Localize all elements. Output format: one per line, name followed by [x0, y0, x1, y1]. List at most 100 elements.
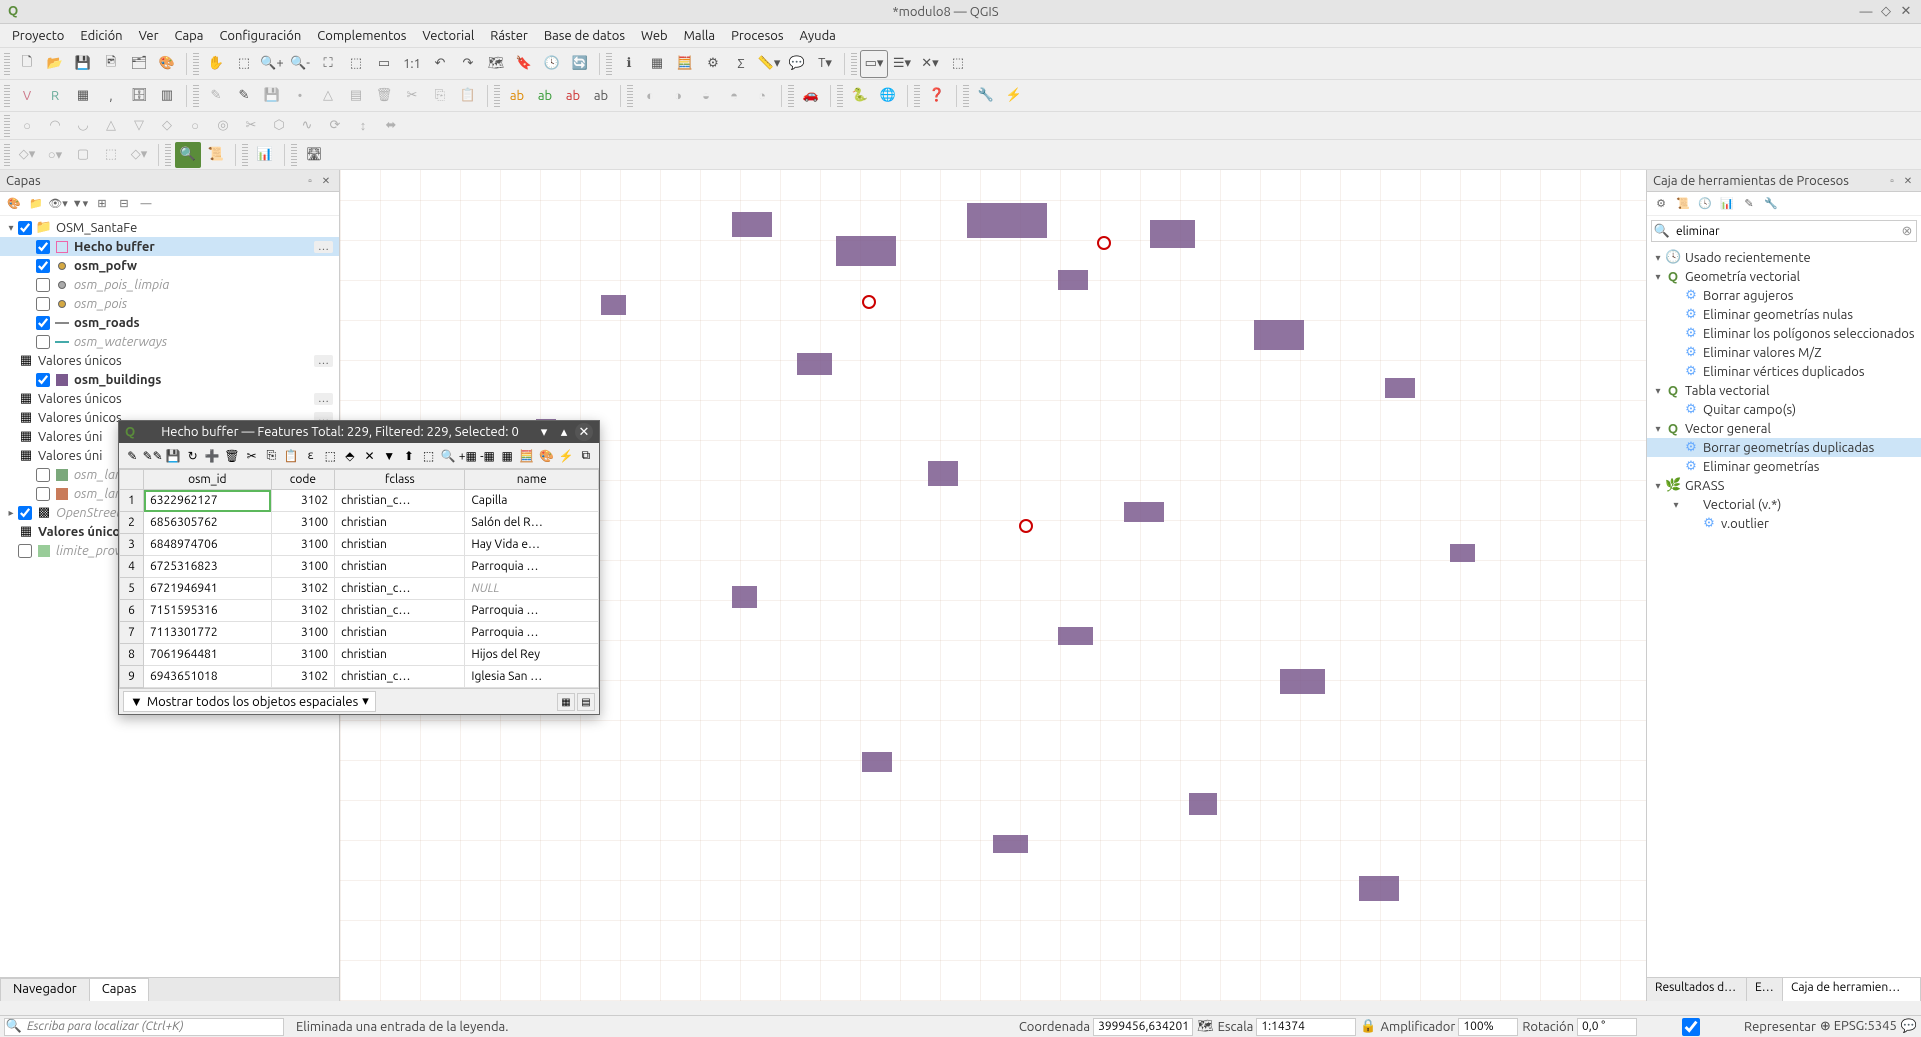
processing-tree-item[interactable]: ▾QVector general [1647, 419, 1921, 438]
processing-panel-undock-button[interactable]: ▫ [1885, 174, 1899, 188]
layer-tree-item[interactable]: osm_roads [0, 313, 339, 332]
layer-tree-item[interactable]: osm_buildings [0, 370, 339, 389]
zoom-selection-button[interactable]: ⬚ [343, 51, 369, 77]
table-cell[interactable]: christian_c… [335, 666, 465, 688]
remove-layer-button[interactable]: — [136, 194, 156, 214]
menu-complementos[interactable]: Complementos [309, 27, 414, 45]
toolbar-handle[interactable] [291, 144, 297, 166]
processing-model-button[interactable]: ⚙ [1651, 194, 1671, 214]
scale-input[interactable] [1256, 1018, 1356, 1036]
layer-visibility-checkbox[interactable] [18, 221, 32, 235]
magnifier-input[interactable] [1458, 1018, 1518, 1036]
zoom-layer-button[interactable]: ▭ [371, 51, 397, 77]
attr-select-all[interactable]: ⬚ [321, 446, 340, 466]
attr-conditional-format[interactable]: 🎨 [537, 446, 556, 466]
table-column-header[interactable]: fclass [335, 470, 465, 490]
attr-move-select-top[interactable]: ⬆ [400, 446, 419, 466]
layer-tree-item[interactable]: osm_pois [0, 294, 339, 313]
toolbar-handle[interactable] [193, 53, 199, 75]
toolbar-handle[interactable] [788, 85, 794, 107]
expand-icon[interactable]: ▾ [1651, 423, 1665, 435]
lock-scale-button[interactable]: 🔒 [1360, 1019, 1376, 1034]
table-cell[interactable]: 6725316823 [144, 556, 272, 578]
temporal-controller-button[interactable]: 🕓 [539, 51, 565, 77]
toolbar-handle[interactable] [4, 115, 10, 137]
menu-edicion[interactable]: Edición [72, 27, 130, 45]
processing-history-button[interactable]: 📜 [203, 142, 229, 168]
table-row[interactable]: 771133017723100christianParroquia … [120, 622, 599, 644]
new-map-view-button[interactable]: 🗺 [483, 51, 509, 77]
table-cell[interactable]: Iglesia San … [465, 666, 599, 688]
processing-edit-button[interactable]: ✎ [1739, 194, 1759, 214]
table-row-number[interactable]: 1 [120, 490, 144, 512]
zoom-last-button[interactable]: ↶ [427, 51, 453, 77]
layer-tree-item[interactable]: ▦Valores únicos… [0, 351, 339, 370]
attr-select-by-expr[interactable]: ε [301, 446, 320, 466]
table-row[interactable]: 671515953163102christian_c…Parroquia … [120, 600, 599, 622]
layer-tree-item[interactable]: osm_waterways [0, 332, 339, 351]
render-checkbox-field[interactable]: Representar [1641, 1018, 1816, 1036]
layer-visibility-checkbox[interactable] [18, 544, 32, 558]
table-cell[interactable]: Hay Vida e… [465, 534, 599, 556]
road-graph-button[interactable]: 🛣 [301, 142, 327, 168]
toolbar-handle[interactable] [851, 53, 857, 75]
tab-caja-herramientas[interactable]: Caja de herramien… [1783, 978, 1921, 1001]
tab-capas[interactable]: Capas [89, 978, 150, 1001]
table-cell[interactable]: christian [335, 622, 465, 644]
attr-copy[interactable]: ⎘ [262, 446, 281, 466]
processing-tree-item[interactable]: ⚙Eliminar geometrías nulas [1647, 305, 1921, 324]
add-group-button[interactable]: 📁 [26, 194, 46, 214]
new-print-layout-button[interactable]: 🖻 [98, 51, 124, 77]
table-column-header[interactable]: osm_id [144, 470, 272, 490]
attr-maximize-button[interactable]: ▴ [555, 423, 573, 441]
new-project-button[interactable]: 🗋 [14, 51, 40, 77]
layer-visibility-checkbox[interactable] [18, 506, 32, 520]
table-cell[interactable]: christian [335, 534, 465, 556]
table-row[interactable]: 163229621273102christian_c…Capilla [120, 490, 599, 512]
identify-button[interactable]: ℹ [616, 51, 642, 77]
processing-tree-item[interactable]: ⚙Borrar agujeros [1647, 286, 1921, 305]
expand-icon[interactable]: ▾ [1651, 271, 1665, 283]
table-row-number[interactable]: 2 [120, 512, 144, 534]
layer-visibility-checkbox[interactable] [36, 259, 50, 273]
spatialite-button[interactable]: 🗄 [126, 83, 152, 109]
menu-proyecto[interactable]: Proyecto [4, 27, 72, 45]
layer-visibility-checkbox[interactable] [36, 316, 50, 330]
expand-all-button[interactable]: ⊞ [92, 194, 112, 214]
coordinate-input[interactable] [1093, 1018, 1193, 1036]
layers-panel-undock-button[interactable]: ▫ [303, 174, 317, 188]
processing-tree[interactable]: ▾🕓Usado recientemente▾QGeometría vectori… [1647, 246, 1921, 977]
attr-dock[interactable]: ⧉ [576, 446, 595, 466]
table-row-number[interactable]: 7 [120, 622, 144, 644]
raster-layer-button[interactable]: R [42, 83, 68, 109]
toolbar-handle[interactable] [193, 85, 199, 107]
tab-estadisticas[interactable]: Es… [1747, 978, 1783, 1001]
zoom-native-button[interactable]: 1:1 [399, 51, 425, 77]
toggle-editing-button[interactable]: ✎ [231, 83, 257, 109]
menu-configuracion[interactable]: Configuración [211, 27, 309, 45]
processing-script-button[interactable]: 📜 [1673, 194, 1693, 214]
table-row-number[interactable]: 8 [120, 644, 144, 666]
layer-visibility-checkbox[interactable] [36, 487, 50, 501]
delimited-text-button[interactable]: , [98, 83, 124, 109]
processing-tree-item[interactable]: ⚙Borrar geometrías duplicadas [1647, 438, 1921, 457]
layout-manager-button[interactable]: 🗂 [126, 51, 152, 77]
crs-button[interactable]: ⊕ EPSG:5345 [1820, 1019, 1897, 1034]
table-cell[interactable]: 3100 [271, 622, 334, 644]
web-button[interactable]: 🌐 [875, 83, 901, 109]
attribute-table-titlebar[interactable]: Q Hecho buffer — Features Total: 229, Fi… [119, 421, 599, 443]
table-row-number[interactable]: 5 [120, 578, 144, 600]
layer-visibility-checkbox[interactable] [36, 468, 50, 482]
processing-tree-item[interactable]: ⚙Eliminar geometrías [1647, 457, 1921, 476]
menu-vectorial[interactable]: Vectorial [414, 27, 482, 45]
maximize-button[interactable]: ◇ [1879, 5, 1893, 19]
zoom-next-button[interactable]: ↷ [455, 51, 481, 77]
toolbar-handle[interactable] [242, 144, 248, 166]
table-cell[interactable]: christian_c… [335, 578, 465, 600]
toolbar-handle[interactable] [4, 144, 10, 166]
zoom-in-button[interactable]: 🔍+ [259, 51, 285, 77]
table-cell[interactable]: christian [335, 556, 465, 578]
attr-filter-select[interactable]: ▼ [380, 446, 399, 466]
table-cell[interactable]: 6943651018 [144, 666, 272, 688]
processing-panel-close-button[interactable]: ✕ [1901, 174, 1915, 188]
